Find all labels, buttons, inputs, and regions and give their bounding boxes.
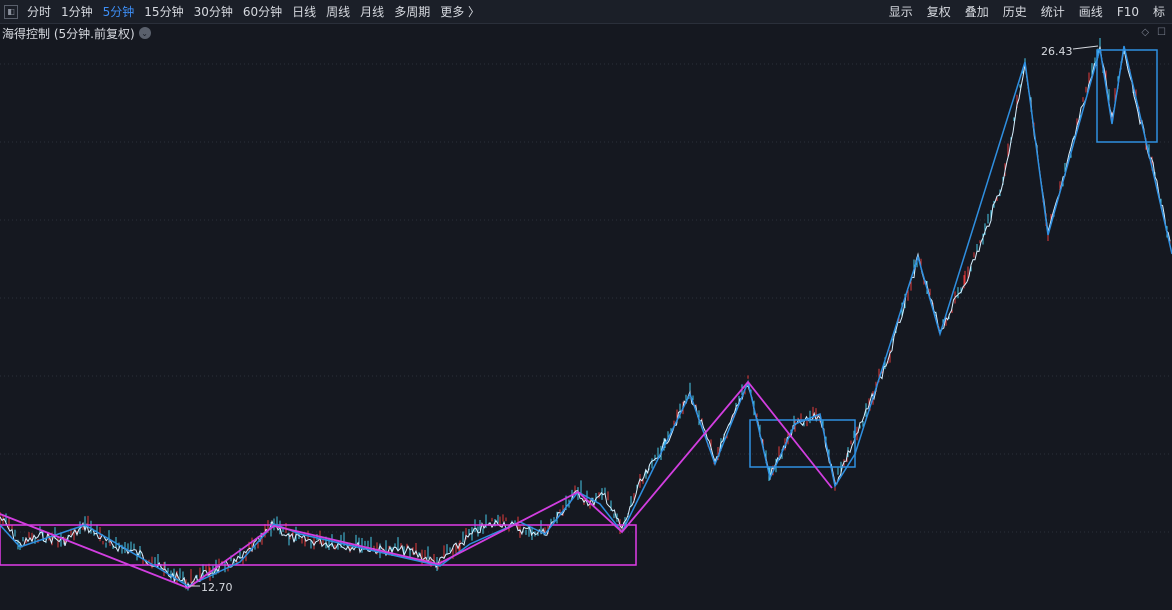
period-tabs: 分时 1分钟 5分钟 15分钟 30分钟 60分钟 日线 周线 月线 多周期 更多 〉 bbox=[22, 0, 485, 23]
chart-tool-1[interactable]: 复权 bbox=[920, 0, 958, 23]
chart-tool-0[interactable]: 显示 bbox=[882, 0, 920, 23]
period-tab-0[interactable]: 分时 bbox=[22, 0, 56, 23]
kline-chart[interactable]: 26.43 12.70 bbox=[0, 24, 1172, 610]
period-tab-8[interactable]: 月线 bbox=[355, 0, 389, 23]
price-line bbox=[0, 46, 1171, 590]
blue-zigzag bbox=[0, 45, 1172, 587]
price-labels: 26.43 12.70 bbox=[188, 45, 1099, 594]
high-label-pointer bbox=[1072, 45, 1099, 50]
high-price-label: 26.43 bbox=[1041, 45, 1073, 58]
collapse-panel-icon[interactable]: ◧ bbox=[4, 4, 18, 19]
low-price-label: 12.70 bbox=[201, 581, 233, 594]
chart-tool-7[interactable]: 标 bbox=[1146, 0, 1172, 23]
chart-tools: 显示 复权 叠加 历史 统计 画线 F10 标 bbox=[882, 0, 1172, 23]
period-tab-7[interactable]: 周线 bbox=[321, 0, 355, 23]
price-line-path bbox=[0, 46, 1171, 590]
period-tab-9[interactable]: 多周期 bbox=[389, 0, 435, 23]
period-tab-1[interactable]: 1分钟 bbox=[56, 0, 98, 23]
period-tab-4[interactable]: 30分钟 bbox=[189, 0, 238, 23]
period-tab-5[interactable]: 60分钟 bbox=[238, 0, 287, 23]
chart-tool-4[interactable]: 统计 bbox=[1034, 0, 1072, 23]
candlestick-series bbox=[0, 37, 1171, 591]
period-tab-2[interactable]: 5分钟 bbox=[98, 0, 140, 23]
chart-tool-6[interactable]: F10 bbox=[1110, 0, 1146, 23]
zigzag-lines bbox=[0, 45, 1172, 590]
period-tab-6[interactable]: 日线 bbox=[287, 0, 321, 23]
chart-tool-5[interactable]: 画线 bbox=[1072, 0, 1110, 23]
chart-tool-2[interactable]: 叠加 bbox=[958, 0, 996, 23]
period-tab-3[interactable]: 15分钟 bbox=[139, 0, 188, 23]
chart-grid bbox=[0, 63, 1172, 533]
period-tab-10[interactable]: 更多 〉 bbox=[435, 0, 485, 23]
chart-tool-3[interactable]: 历史 bbox=[996, 0, 1034, 23]
magenta-zigzag bbox=[0, 380, 833, 590]
toolbar: ◧ 分时 1分钟 5分钟 15分钟 30分钟 60分钟 日线 周线 月线 多周期 更多 〉 显示 复权… bbox=[0, 0, 1172, 24]
